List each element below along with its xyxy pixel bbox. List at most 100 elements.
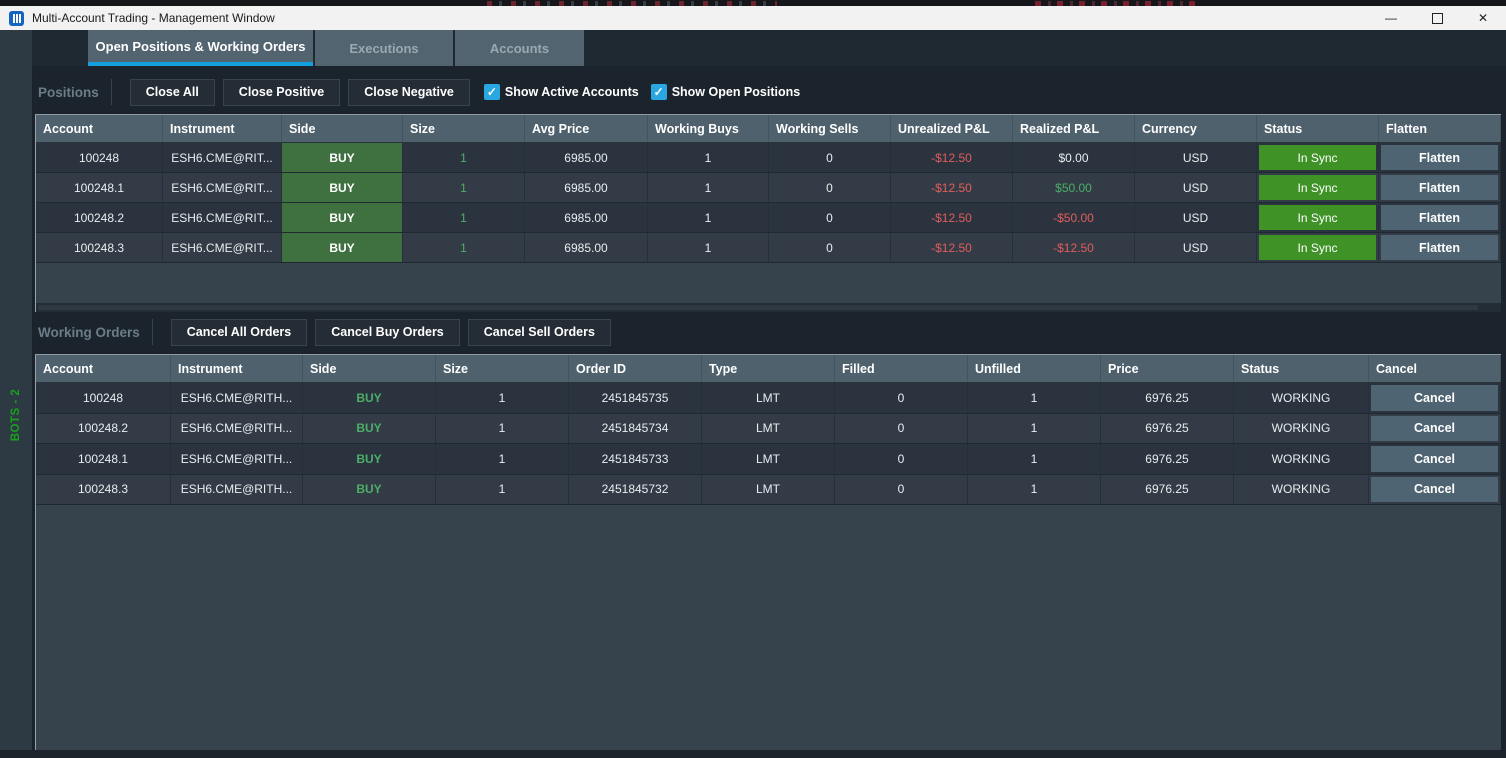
cell-order-id: 2451845732 xyxy=(569,475,702,505)
cancel-order-button[interactable]: Cancel xyxy=(1371,416,1498,442)
maximize-icon xyxy=(1432,13,1443,24)
working-orders-table: Account Instrument Side Size Order ID Ty… xyxy=(35,354,1501,752)
flatten-button[interactable]: Flatten xyxy=(1381,235,1498,260)
show-active-accounts-checkbox[interactable]: ✓ Show Active Accounts xyxy=(484,84,639,100)
column-header-instrument[interactable]: Instrument xyxy=(171,355,303,382)
minimize-button[interactable]: — xyxy=(1368,6,1414,30)
column-header-instrument[interactable]: Instrument xyxy=(163,115,282,142)
cancel-order-button[interactable]: Cancel xyxy=(1371,477,1498,503)
column-header-unfilled[interactable]: Unfilled xyxy=(968,355,1101,382)
flatten-button[interactable]: Flatten xyxy=(1381,145,1498,170)
working-order-row[interactable]: 100248.1 ESH6.CME@RITH... BUY 1 24518457… xyxy=(36,444,1501,475)
position-row[interactable]: 100248.3 ESH6.CME@RIT... BUY 1 6985.00 1… xyxy=(36,233,1501,263)
position-row[interactable]: 100248.1 ESH6.CME@RIT... BUY 1 6985.00 1… xyxy=(36,173,1501,203)
cell-account: 100248.1 xyxy=(36,444,171,474)
column-header-side[interactable]: Side xyxy=(303,355,436,382)
cell-price: 6976.25 xyxy=(1101,475,1234,505)
flatten-button[interactable]: Flatten xyxy=(1381,175,1498,200)
cell-filled: 0 xyxy=(835,475,968,505)
column-header-filled[interactable]: Filled xyxy=(835,355,968,382)
cancel-buy-orders-button[interactable]: Cancel Buy Orders xyxy=(315,319,460,346)
column-header-order-id[interactable]: Order ID xyxy=(569,355,702,382)
column-header-currency[interactable]: Currency xyxy=(1135,115,1257,142)
column-header-price[interactable]: Price xyxy=(1101,355,1234,382)
positions-horizontal-scrollbar[interactable] xyxy=(36,303,1501,312)
cell-currency: USD xyxy=(1135,203,1257,232)
working-order-row[interactable]: 100248.2 ESH6.CME@RITH... BUY 1 24518457… xyxy=(36,414,1501,445)
column-header-size[interactable]: Size xyxy=(403,115,525,142)
working-orders-section-label: Working Orders xyxy=(38,325,140,340)
positions-table-empty-area xyxy=(36,263,1501,303)
cancel-all-orders-button[interactable]: Cancel All Orders xyxy=(171,319,307,346)
cancel-sell-orders-button[interactable]: Cancel Sell Orders xyxy=(468,319,611,346)
cell-cancel: Cancel xyxy=(1369,383,1501,413)
cell-type: LMT xyxy=(702,383,835,413)
cell-working-sells: 0 xyxy=(769,143,891,172)
show-open-positions-label: Show Open Positions xyxy=(672,85,800,99)
cell-status: WORKING xyxy=(1234,383,1369,413)
window-title: Multi-Account Trading - Management Windo… xyxy=(32,11,275,25)
close-button[interactable]: ✕ xyxy=(1460,6,1506,30)
column-header-account[interactable]: Account xyxy=(36,115,163,142)
cell-cancel: Cancel xyxy=(1369,475,1501,505)
column-header-side[interactable]: Side xyxy=(282,115,403,142)
column-header-cancel[interactable]: Cancel xyxy=(1369,355,1501,382)
column-header-unrealized-pnl[interactable]: Unrealized P&L xyxy=(891,115,1013,142)
column-header-type[interactable]: Type xyxy=(702,355,835,382)
cell-instrument: ESH6.CME@RITH... xyxy=(171,414,303,444)
close-negative-button[interactable]: Close Negative xyxy=(348,79,470,106)
column-header-size[interactable]: Size xyxy=(436,355,569,382)
cell-filled: 0 xyxy=(835,444,968,474)
tab-executions[interactable]: Executions xyxy=(315,30,453,66)
column-header-working-sells[interactable]: Working Sells xyxy=(769,115,891,142)
column-header-realized-pnl[interactable]: Realized P&L xyxy=(1013,115,1135,142)
cell-side: BUY xyxy=(282,173,403,202)
cell-price: 6976.25 xyxy=(1101,444,1234,474)
cell-size: 1 xyxy=(436,414,569,444)
cell-size: 1 xyxy=(436,383,569,413)
in-sync-badge: In Sync xyxy=(1259,145,1376,170)
cancel-order-button[interactable]: Cancel xyxy=(1371,446,1498,472)
bots-label: BOTS - 2 xyxy=(10,389,22,442)
working-order-row[interactable]: 100248.3 ESH6.CME@RITH... BUY 1 24518457… xyxy=(36,475,1501,506)
cell-side: BUY xyxy=(282,203,403,232)
positions-table-header: Account Instrument Side Size Avg Price W… xyxy=(36,115,1501,143)
management-window: Multi-Account Trading - Management Windo… xyxy=(0,0,1506,758)
working-orders-toolbar: Working Orders Cancel All Orders Cancel … xyxy=(38,319,619,345)
close-positive-button[interactable]: Close Positive xyxy=(223,79,340,106)
tab-label: Open Positions & Working Orders xyxy=(96,39,306,54)
column-header-status[interactable]: Status xyxy=(1257,115,1379,142)
cell-working-sells: 0 xyxy=(769,173,891,202)
window-controls: — ✕ xyxy=(1368,6,1506,30)
cell-working-sells: 0 xyxy=(769,233,891,262)
cell-unfilled: 1 xyxy=(968,475,1101,505)
cell-account: 100248.3 xyxy=(36,475,171,505)
cell-account: 100248 xyxy=(36,383,171,413)
column-header-avg-price[interactable]: Avg Price xyxy=(525,115,648,142)
cell-instrument: ESH6.CME@RITH... xyxy=(171,444,303,474)
cell-flatten: Flatten xyxy=(1379,173,1501,202)
close-icon: ✕ xyxy=(1478,11,1488,25)
checkbox-check-icon: ✓ xyxy=(484,84,500,100)
column-header-account[interactable]: Account xyxy=(36,355,171,382)
tab-accounts[interactable]: Accounts xyxy=(455,30,584,66)
cell-side: BUY xyxy=(282,233,403,262)
cancel-order-button[interactable]: Cancel xyxy=(1371,385,1498,411)
position-row[interactable]: 100248.2 ESH6.CME@RIT... BUY 1 6985.00 1… xyxy=(36,203,1501,233)
column-header-flatten[interactable]: Flatten xyxy=(1379,115,1501,142)
tab-open-positions[interactable]: Open Positions & Working Orders xyxy=(88,30,313,66)
cell-realized-pnl: -$12.50 xyxy=(1013,233,1135,262)
cell-instrument: ESH6.CME@RIT... xyxy=(163,203,282,232)
close-all-button[interactable]: Close All xyxy=(130,79,215,106)
show-open-positions-checkbox[interactable]: ✓ Show Open Positions xyxy=(651,84,800,100)
cell-side: BUY xyxy=(303,444,436,474)
scrollbar-thumb[interactable] xyxy=(38,305,1478,310)
position-row[interactable]: 100248 ESH6.CME@RIT... BUY 1 6985.00 1 0… xyxy=(36,143,1501,173)
column-header-status[interactable]: Status xyxy=(1234,355,1369,382)
column-header-working-buys[interactable]: Working Buys xyxy=(648,115,769,142)
maximize-button[interactable] xyxy=(1414,6,1460,30)
app-icon xyxy=(9,11,24,26)
cell-account: 100248 xyxy=(36,143,163,172)
working-order-row[interactable]: 100248 ESH6.CME@RITH... BUY 1 2451845735… xyxy=(36,383,1501,414)
flatten-button[interactable]: Flatten xyxy=(1381,205,1498,230)
